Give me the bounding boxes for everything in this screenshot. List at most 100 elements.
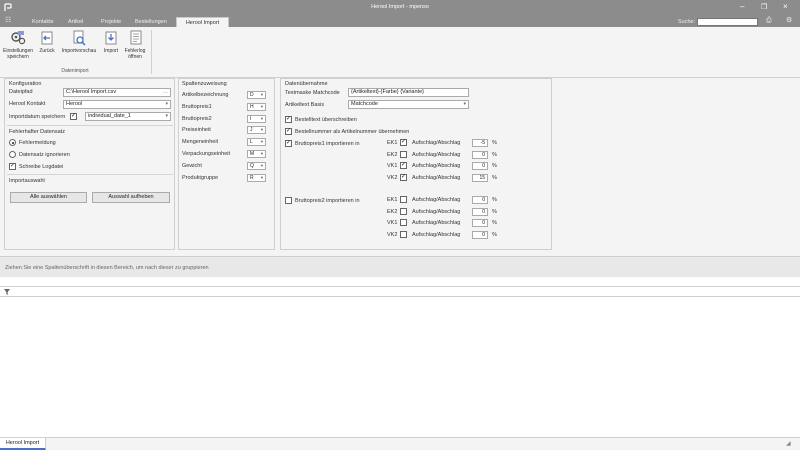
spalten-select[interactable]: J ▾	[247, 126, 266, 135]
gears-icon	[11, 31, 26, 45]
basis-value: Matchcode	[351, 101, 378, 107]
basis-select[interactable]: Matchcode ▾	[348, 100, 469, 109]
bestelltext-checkbox[interactable]: ✓	[285, 116, 292, 123]
aufschlag-input[interactable]: 0	[472, 207, 488, 216]
clear-selection-button[interactable]: Auswahl aufheben	[92, 192, 170, 203]
spalten-select[interactable]: H ▾	[247, 102, 266, 111]
spalten-select[interactable]: I ▾	[247, 114, 266, 123]
aufschlag-label: Aufschlag/Abschlag	[412, 151, 461, 158]
aufschlag-input[interactable]: 0	[472, 219, 488, 227]
price-target-checkbox[interactable]	[400, 230, 407, 238]
price-target-code: EK2	[387, 208, 398, 215]
aufschlag-label: Aufschlag/Abschlag	[412, 140, 461, 146]
printer-icon[interactable]: ⎙	[766, 16, 772, 26]
import-button[interactable]: Import	[101, 30, 121, 54]
close-icon[interactable]: ×	[783, 2, 788, 11]
percent-unit: %	[492, 220, 497, 226]
open-error-log-button[interactable]: Fehlerlog öffnen	[123, 30, 147, 60]
spalten-select[interactable]: D ▾	[247, 91, 266, 99]
chevron-down-icon: ▾	[260, 139, 263, 145]
grid-body[interactable]	[0, 297, 800, 437]
save-settings-label-2: speichern	[7, 54, 29, 60]
save-settings-button[interactable]: Einstellungen speichern	[3, 30, 33, 60]
aufschlag-input[interactable]: 0	[472, 162, 488, 170]
price-target-checkbox[interactable]: ✓	[400, 162, 407, 169]
price-target-checkbox[interactable]	[400, 219, 407, 226]
tab-bestellungen[interactable]: Bestellungen	[135, 17, 167, 27]
logdatei-checkbox[interactable]: ✓	[9, 163, 16, 170]
kontakt-value: Herool	[66, 101, 83, 107]
ignorieren-radio[interactable]	[9, 151, 16, 158]
filter-icon[interactable]	[4, 289, 10, 295]
chevron-down-icon: ▾	[260, 103, 263, 109]
spalten-value: R	[250, 174, 254, 181]
browse-icon[interactable]: …	[163, 89, 168, 96]
aufschlag-label: Aufschlag/Abschlag	[412, 174, 461, 181]
spalten-value: J	[250, 127, 253, 134]
divider	[7, 174, 173, 175]
open-view-tab[interactable]: Herool Import	[0, 438, 46, 450]
datum-field-select[interactable]: individual_date_1 ▾	[85, 112, 171, 121]
chevron-down-icon: ▾	[260, 151, 263, 156]
tab-artikel[interactable]: Artikel	[68, 17, 83, 27]
aufschlag-input[interactable]: 0	[472, 230, 488, 239]
back-button[interactable]: Zurück	[37, 30, 57, 54]
aufschlag-label: Aufschlag/Abschlag	[412, 208, 461, 215]
chevron-down-icon: ▾	[463, 101, 466, 107]
resize-grip-icon[interactable]: ◢	[786, 440, 791, 447]
bestellnummer-checkbox[interactable]: ✓	[285, 128, 292, 135]
preview-icon	[73, 30, 86, 46]
datum-checkbox[interactable]: ✓	[70, 113, 77, 120]
import-preview-button[interactable]: Importvorschau	[59, 30, 99, 54]
group-hint: Ziehen Sie eine Spaltenüberschrift in di…	[5, 265, 209, 271]
kontakt-select[interactable]: Herool ▾	[63, 100, 171, 109]
datenuebernahme-title: Datenübernahme	[285, 81, 328, 87]
fehlermeldung-label: Fehlermeldung	[19, 140, 56, 146]
bruttopreis2-checkbox[interactable]	[285, 197, 292, 204]
price-target-checkbox[interactable]	[400, 196, 407, 203]
group-panel[interactable]: Ziehen Sie eine Spaltenüberschrift in di…	[0, 256, 800, 277]
price-target-checkbox[interactable]	[400, 207, 407, 215]
aufschlag-input[interactable]: 0	[472, 196, 488, 204]
spalten-label: Bruttopreis2	[182, 115, 212, 122]
tab-projekte[interactable]: Projekte	[101, 17, 121, 27]
bruttopreis1-checkbox[interactable]: ✓	[285, 140, 292, 147]
aufschlag-input[interactable]: -5	[472, 139, 488, 147]
window-title: Herool Import - mpenso	[371, 4, 429, 10]
maximize-icon[interactable]: ❐	[761, 3, 767, 11]
fehlermeldung-radio[interactable]	[9, 139, 16, 146]
tab-herool-import[interactable]: Herool Import	[176, 17, 229, 27]
aufschlag-label: Aufschlag/Abschlag	[412, 163, 461, 169]
menu-grid-icon[interactable]: ☷	[5, 16, 11, 26]
matchcode-input[interactable]: {Artikeltext}-{Farbe} {Variante}	[348, 88, 469, 97]
spalten-select[interactable]: R ▾	[247, 173, 266, 182]
spalten-label: Verpackungseinheit	[182, 151, 231, 157]
spalten-title: Spaltenzuweisung	[182, 81, 227, 87]
matchcode-label: Textmaske Matchcode	[285, 90, 340, 96]
datenuebernahme-panel: Datenübernahme Textmaske Matchcode {Arti…	[280, 78, 552, 250]
settings-icon[interactable]: ⚙	[786, 16, 792, 26]
back-icon	[41, 31, 53, 45]
search-input[interactable]	[697, 18, 758, 26]
import-label: Import	[103, 48, 119, 54]
price-target-checkbox[interactable]: ✓	[400, 139, 407, 146]
price-target-checkbox[interactable]	[400, 150, 407, 158]
fehlerhaft-title: Fehlerhafter Datensatz	[9, 129, 65, 135]
spalten-label: Gewicht	[182, 162, 202, 169]
datei-value: C:\Herool Import.csv	[66, 89, 117, 95]
settings-area: Konfiguration Dateipfad C:\Herool Import…	[0, 78, 800, 256]
spalten-select[interactable]: Q ▾	[247, 161, 266, 170]
aufschlag-label: Aufschlag/Abschlag	[412, 231, 461, 238]
grid-filter-row[interactable]	[0, 287, 800, 297]
price-target-checkbox[interactable]: ✓	[400, 173, 407, 181]
spalten-select[interactable]: L ▾	[247, 138, 266, 147]
datei-input[interactable]: C:\Herool Import.csv …	[63, 88, 171, 97]
select-all-button[interactable]: Alle auswählen	[10, 192, 87, 203]
spalten-select[interactable]: M ▾	[247, 150, 266, 158]
tab-kontakte[interactable]: Kontakte	[32, 17, 54, 27]
percent-unit: %	[492, 151, 497, 158]
aufschlag-input[interactable]: 15	[472, 173, 488, 182]
aufschlag-input[interactable]: 0	[472, 150, 488, 159]
status-bar: Herool Import ◢	[0, 437, 800, 450]
minimize-icon[interactable]: –	[740, 2, 744, 11]
